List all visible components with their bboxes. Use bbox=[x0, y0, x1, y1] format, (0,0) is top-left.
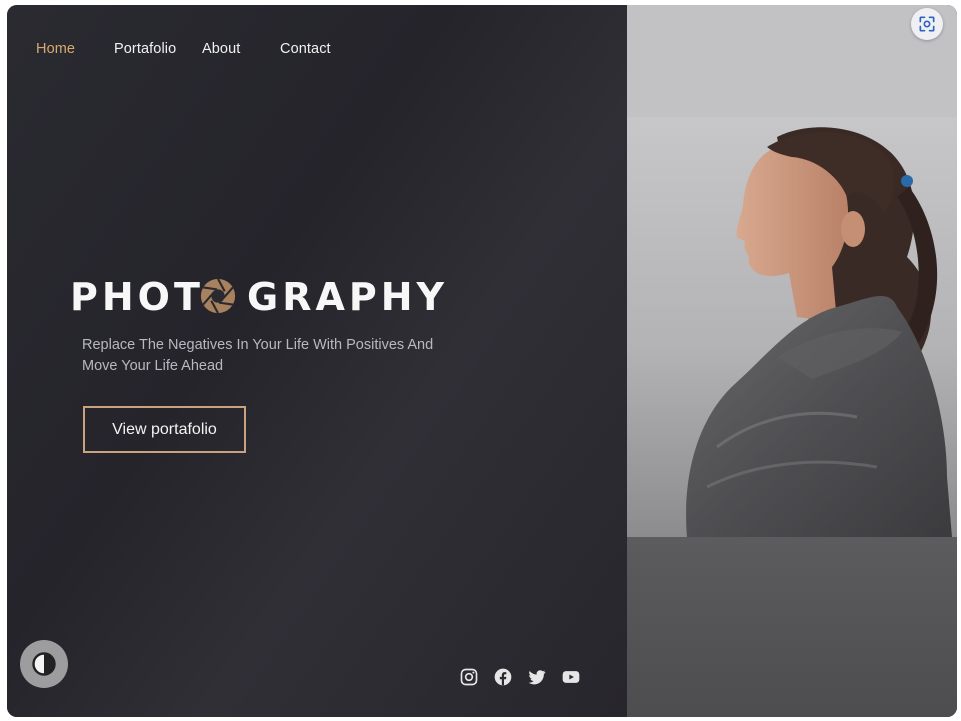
hero-section: Home Portafolio About Contact PHOT GRAPH… bbox=[7, 5, 627, 717]
camera-aperture-icon bbox=[200, 278, 236, 314]
photo-top-band bbox=[627, 5, 957, 117]
nav-portafolio[interactable]: Portafolio bbox=[114, 41, 176, 57]
portrait-photo bbox=[627, 117, 957, 537]
youtube-icon[interactable] bbox=[561, 667, 583, 689]
twitter-icon[interactable] bbox=[527, 667, 549, 689]
instagram-icon[interactable] bbox=[459, 667, 481, 689]
view-portfolio-button[interactable]: View portafolio bbox=[83, 406, 246, 453]
contrast-toggle-icon[interactable] bbox=[20, 640, 68, 688]
nav-home[interactable]: Home bbox=[36, 41, 75, 57]
facebook-icon[interactable] bbox=[493, 667, 515, 689]
hero-title-left: PHOT bbox=[70, 275, 204, 319]
hero-title-right: GRAPHY bbox=[247, 275, 449, 319]
page-frame: Home Portafolio About Contact PHOT GRAPH… bbox=[7, 5, 957, 717]
hero-tagline: Replace The Negatives In Your Life With … bbox=[82, 337, 434, 374]
photo-bottom-band bbox=[627, 537, 957, 717]
nav-about[interactable]: About bbox=[202, 41, 240, 57]
nav-contact[interactable]: Contact bbox=[280, 41, 331, 57]
visual-search-icon[interactable] bbox=[911, 8, 943, 40]
photo-panel bbox=[627, 5, 957, 717]
